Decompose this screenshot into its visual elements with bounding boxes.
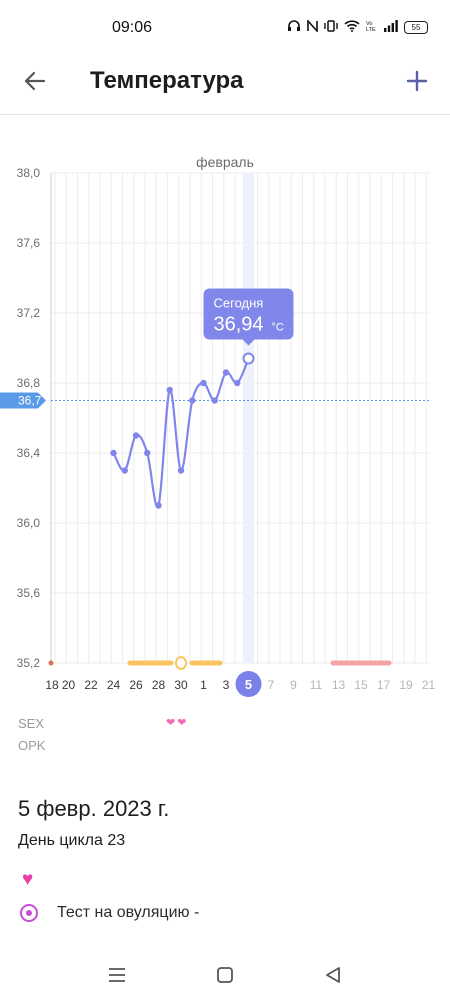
x-tick-label: 17 (377, 678, 391, 692)
y-tick-label: 35,6 (17, 586, 41, 600)
page-title: Температура (90, 67, 244, 94)
chart-svg: 38,037,637,236,836,436,035,635,236,7Сего… (0, 166, 436, 697)
selected-date: 5 февр. 2023 г. (18, 796, 170, 821)
x-tick-label: 15 (354, 678, 368, 692)
y-tick-label: 35,2 (17, 656, 41, 670)
ovulation-egg-marker (175, 656, 187, 670)
x-tick-label: 24 (107, 678, 121, 692)
temperature-point (211, 397, 218, 404)
wifi-icon (344, 20, 360, 35)
status-time: 09:06 (112, 19, 153, 36)
x-tick-label: 7 (268, 678, 275, 692)
home-nav-button[interactable] (210, 960, 240, 990)
y-tick-label: 36,4 (17, 446, 41, 460)
x-tick-label: 20 (62, 678, 76, 692)
temperature-point (222, 369, 230, 376)
x-tick-label: 3 (223, 678, 230, 692)
tooltip-unit: °C (272, 322, 284, 334)
selected-day-column (243, 173, 254, 663)
add-button[interactable] (400, 64, 434, 98)
svg-text:LTE: LTE (366, 27, 376, 32)
volte-icon: Vo LTE (366, 20, 378, 35)
coverline-label: 36,7 (18, 394, 42, 408)
triangle-back-icon (326, 967, 340, 983)
headphones-icon (287, 20, 301, 35)
temperature-point (121, 467, 128, 474)
temperature-point (166, 386, 173, 394)
y-tick-label: 37,6 (17, 236, 41, 250)
x-tick-label: 18 (45, 678, 59, 692)
nfc-icon (307, 18, 318, 35)
x-tick-label: 13 (332, 678, 346, 692)
temperature-point (177, 467, 185, 474)
x-tick-label: 21 (422, 678, 436, 692)
square-icon (217, 967, 233, 983)
temperature-point (110, 449, 117, 457)
temperature-chart[interactable]: февраль 38,0 37,6 37,2 36,8 36,4 36,0 35,6 35,2… (0, 140, 450, 760)
temperature-point (132, 432, 140, 439)
y-tick-label: 36,0 (17, 516, 41, 530)
plus-icon (406, 70, 428, 92)
temperature-point (155, 502, 162, 509)
arrow-left-icon (24, 71, 46, 91)
cycle-day: День цикла 23 (18, 832, 126, 849)
chart-month-label: февраль (196, 154, 254, 170)
battery-icon: 55 (404, 21, 428, 34)
back-button[interactable] (18, 64, 52, 98)
temperature-point (144, 449, 151, 457)
tooltip-value: 36,94 (214, 314, 264, 336)
menu-icon (109, 968, 125, 982)
x-tick-label: 22 (84, 678, 98, 692)
x-tick-label: 28 (152, 678, 166, 692)
temperature-point (234, 379, 241, 387)
axis-origin-dot (48, 660, 54, 666)
target-icon (20, 904, 38, 922)
x-tick-label: 30 (174, 678, 188, 692)
opk-row-label: OPK (18, 738, 46, 753)
status-icons: Vo LTE 55 (287, 18, 428, 35)
temperature-point (189, 397, 196, 404)
x-tick-label: 9 (290, 678, 297, 692)
x-tick-label: 11 (310, 678, 323, 692)
temperature-point (200, 379, 207, 387)
x-tick-label: 26 (129, 678, 143, 692)
menu-nav-button[interactable] (102, 960, 132, 990)
back-nav-button[interactable] (318, 960, 348, 990)
y-tick-label: 37,2 (17, 306, 41, 320)
vibrate-icon (324, 20, 338, 35)
tooltip-label: Сегодня (214, 296, 264, 311)
x-tick-label: 19 (399, 678, 413, 692)
y-tick-label: 36,8 (17, 376, 41, 390)
system-nav-bar (0, 950, 450, 1000)
sex-row-label: SEX (18, 716, 45, 731)
ovulation-test-label: Тест на овуляцию - (57, 904, 200, 921)
app-bar: Температура (0, 56, 450, 115)
status-bar: 09:06 Vo LTE 55 (0, 0, 450, 56)
ovulation-test-row[interactable]: Тест на овуляцию - (18, 900, 199, 926)
sex-hearts-marker[interactable]: ❤❤ (166, 716, 188, 729)
temperature-point-today (242, 352, 255, 365)
heart-icon: ♥ (22, 869, 34, 890)
x-tick-label-selected: 5 (245, 677, 252, 692)
signal-icon (384, 20, 398, 35)
x-tick-label: 1 (200, 678, 207, 692)
